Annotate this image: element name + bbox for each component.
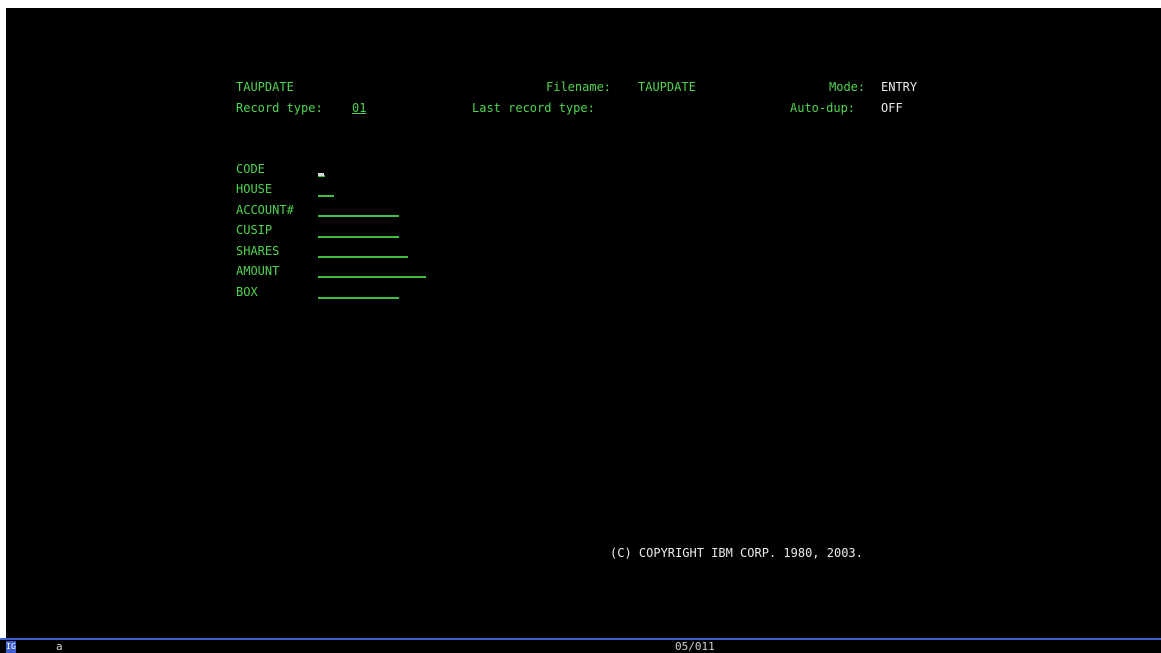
filename-value: TAUPDATE bbox=[638, 80, 696, 94]
amount-input[interactable] bbox=[318, 276, 426, 278]
shares-input[interactable] bbox=[318, 256, 408, 258]
cursor-position: 05/011 bbox=[675, 640, 715, 653]
field-label-cusip: CUSIP bbox=[236, 223, 273, 237]
cusip-input[interactable] bbox=[318, 236, 399, 238]
house-input[interactable] bbox=[318, 195, 334, 197]
mode-label: Mode: bbox=[829, 80, 866, 94]
field-label-shares: SHARES bbox=[236, 244, 280, 258]
status-bar: IG a 05/011 bbox=[0, 638, 1161, 653]
terminal-screen: TAUPDATE Filename: TAUPDATE Mode: ENTRY … bbox=[6, 8, 1161, 638]
mode-value: ENTRY bbox=[881, 80, 918, 94]
field-label-box: BOX bbox=[236, 285, 258, 299]
field-label-amount: AMOUNT bbox=[236, 264, 280, 278]
autodup-value: OFF bbox=[881, 101, 903, 115]
status-left-char: a bbox=[56, 640, 63, 653]
field-label-code: CODE bbox=[236, 162, 265, 176]
autodup-label: Auto-dup: bbox=[790, 101, 856, 115]
copyright-notice: (C) COPYRIGHT IBM CORP. 1980, 2003. bbox=[610, 546, 863, 560]
last-record-type-label: Last record type: bbox=[472, 101, 595, 115]
record-type-input[interactable]: 01 bbox=[352, 101, 366, 115]
field-label-house: HOUSE bbox=[236, 182, 273, 196]
box-input[interactable] bbox=[318, 297, 399, 299]
text-cursor bbox=[318, 173, 324, 176]
account-input[interactable] bbox=[318, 215, 399, 217]
filename-label: Filename: bbox=[546, 80, 612, 94]
status-indicator: IG bbox=[6, 641, 16, 653]
program-name: TAUPDATE bbox=[236, 80, 294, 94]
field-label-account: ACCOUNT# bbox=[236, 203, 294, 217]
record-type-label: Record type: bbox=[236, 101, 323, 115]
